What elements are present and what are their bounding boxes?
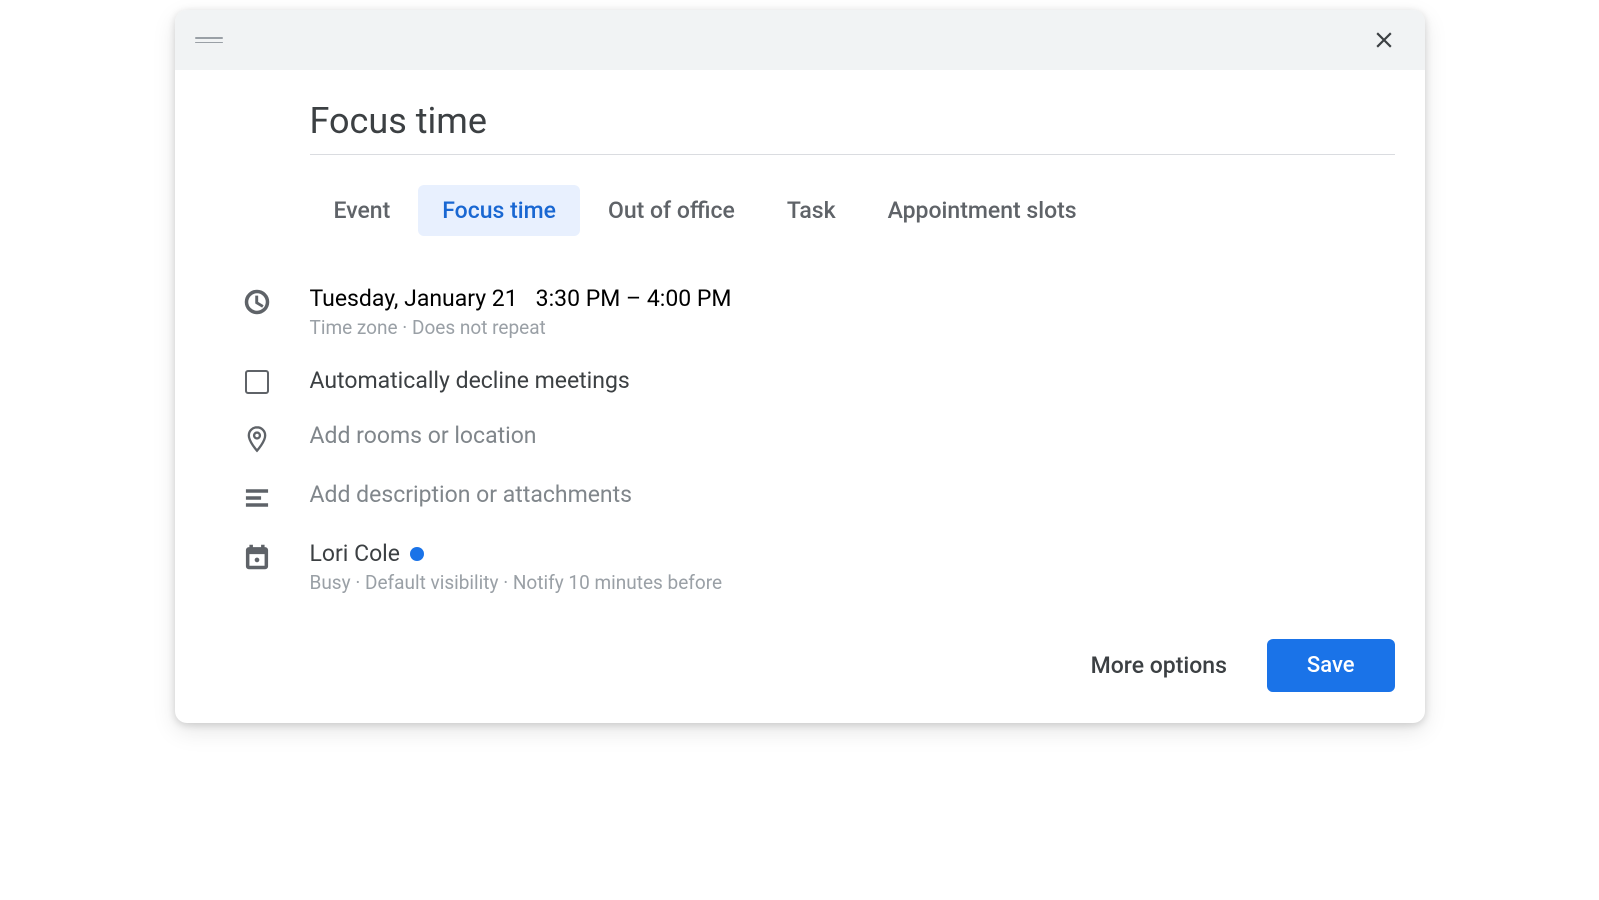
event-type-tabs: Event Focus time Out of office Task Appo… xyxy=(310,185,1395,236)
calendar-icon xyxy=(205,540,310,571)
calendar-subtext: Busy · Default visibility · Notify 10 mi… xyxy=(310,571,1395,594)
description-row[interactable]: Add description or attachments xyxy=(205,467,1395,526)
event-date: Tuesday, January 21 xyxy=(310,285,518,312)
event-time-range: 3:30 PM – 4:00 PM xyxy=(536,285,732,312)
calendar-owner: Lori Cole xyxy=(310,540,400,567)
dialog-body: Event Focus time Out of office Task Appo… xyxy=(175,70,1425,628)
tab-task[interactable]: Task xyxy=(763,185,860,236)
close-button[interactable] xyxy=(1363,19,1405,61)
decline-meetings-row[interactable]: Automatically decline meetings xyxy=(205,353,1395,408)
clock-icon xyxy=(205,285,310,316)
save-button[interactable]: Save xyxy=(1267,639,1395,692)
tab-out-of-office[interactable]: Out of office xyxy=(584,185,759,236)
event-title-input[interactable] xyxy=(310,100,1395,155)
datetime-row[interactable]: Tuesday, January 21 3:30 PM – 4:00 PM Ti… xyxy=(205,271,1395,353)
tab-event[interactable]: Event xyxy=(310,185,415,236)
decline-meetings-label: Automatically decline meetings xyxy=(310,367,1395,394)
event-create-dialog: Event Focus time Out of office Task Appo… xyxy=(175,10,1425,723)
tab-appointment-slots[interactable]: Appointment slots xyxy=(864,185,1101,236)
tab-focus-time[interactable]: Focus time xyxy=(418,185,580,236)
location-icon xyxy=(205,422,310,453)
calendar-color-dot xyxy=(410,547,424,561)
description-icon xyxy=(205,481,310,512)
event-details: Tuesday, January 21 3:30 PM – 4:00 PM Ti… xyxy=(205,271,1395,608)
datetime-subtext: Time zone · Does not repeat xyxy=(310,316,1395,339)
dialog-header xyxy=(175,10,1425,70)
drag-handle-icon[interactable] xyxy=(195,37,223,43)
location-row[interactable]: Add rooms or location xyxy=(205,408,1395,467)
more-options-button[interactable]: More options xyxy=(1071,638,1247,693)
dialog-footer: More options Save xyxy=(175,628,1425,723)
decline-meetings-checkbox[interactable] xyxy=(245,370,269,394)
calendar-row[interactable]: Lori Cole Busy · Default visibility · No… xyxy=(205,526,1395,608)
location-placeholder: Add rooms or location xyxy=(310,422,1395,449)
description-placeholder: Add description or attachments xyxy=(310,481,1395,508)
datetime-text: Tuesday, January 21 3:30 PM – 4:00 PM xyxy=(310,285,1395,312)
close-icon xyxy=(1371,27,1397,53)
